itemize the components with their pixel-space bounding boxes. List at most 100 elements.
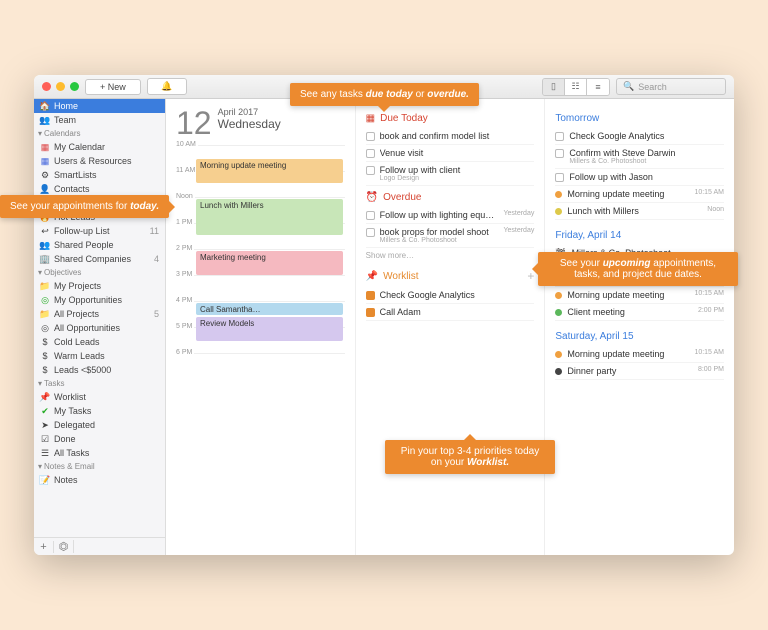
sidebar-my-projects[interactable]: 📁My Projects: [34, 279, 165, 293]
calendar-event[interactable]: Marketing meeting: [196, 251, 343, 275]
checkbox[interactable]: [555, 173, 564, 182]
upcoming-row[interactable]: Dinner party 8:00 PM: [555, 363, 724, 380]
sidebar-all-opps[interactable]: ◎All Opportunities: [34, 321, 165, 335]
sidebar-my-opps[interactable]: ◎My Opportunities: [34, 293, 165, 307]
group-tasks[interactable]: ▾ Tasks: [34, 377, 165, 390]
row-title: Morning update meeting: [567, 290, 689, 300]
upcoming-row[interactable]: Follow up with Jason: [555, 169, 724, 186]
row-title: Lunch with Millers: [567, 206, 702, 216]
add-button[interactable]: +: [34, 541, 54, 553]
upcoming-row[interactable]: Morning update meeting10:15 AM: [555, 287, 724, 304]
task-row[interactable]: book and confirm model list: [366, 128, 535, 145]
timeline[interactable]: 10 AM11 AMNoon1 PM2 PM3 PM4 PM5 PM6 PMMo…: [176, 145, 345, 379]
event-dot: [555, 368, 562, 375]
calendar-event[interactable]: Review Models: [196, 317, 343, 341]
checkbox[interactable]: [366, 211, 375, 220]
checkbox[interactable]: [366, 308, 375, 317]
hour-label: 6 PM: [174, 349, 194, 356]
calendar-event[interactable]: Lunch with Millers: [196, 199, 343, 235]
sidebar-cold-leads[interactable]: $Cold Leads: [34, 335, 165, 349]
leads-icon: $: [40, 337, 50, 347]
sidebar-smartlists[interactable]: ⚙SmartLists: [34, 168, 165, 182]
task-row[interactable]: Follow up with lighting equ…Yesterday: [366, 207, 535, 224]
people-icon: 👥: [40, 240, 50, 250]
minimize-icon[interactable]: [56, 82, 65, 91]
upcoming-row[interactable]: Confirm with Steve DarwinMillers & Co. P…: [555, 145, 724, 169]
sidebar-shared-people[interactable]: 👥Shared People: [34, 238, 165, 252]
view-switcher[interactable]: ▯ ☷ ≡: [542, 78, 610, 96]
sidebar-done[interactable]: ☑Done: [34, 432, 165, 446]
sidebar-home[interactable]: 🏠Home: [34, 99, 165, 113]
sidebar-contacts[interactable]: 👤Contacts: [34, 182, 165, 196]
notifications-button[interactable]: 🔔: [147, 78, 187, 95]
sidebar-team[interactable]: 👥Team: [34, 113, 165, 127]
sidebar-worklist[interactable]: 📌Worklist: [34, 390, 165, 404]
task-row[interactable]: Check Google Analytics: [366, 287, 535, 304]
upcoming-row[interactable]: Morning update meeting10:15 AM: [555, 186, 724, 203]
task-row[interactable]: Venue visit: [366, 145, 535, 162]
group-objectives[interactable]: ▾ Objectives: [34, 266, 165, 279]
sidebar-users-resources[interactable]: ▦Users & Resources: [34, 154, 165, 168]
target-icon: ◎: [40, 295, 50, 305]
group-calendars[interactable]: ▾ Calendars: [34, 127, 165, 140]
seg-columns-icon[interactable]: ▯: [543, 79, 565, 95]
folder-icon: 📁: [40, 281, 50, 291]
new-button[interactable]: + New: [85, 79, 141, 95]
sidebar-followup[interactable]: ↩Follow-up List11: [34, 224, 165, 238]
checkbox[interactable]: [366, 291, 375, 300]
calendar-event[interactable]: Morning update meeting: [196, 159, 343, 183]
row-title: Client meeting: [567, 307, 693, 317]
checkbox[interactable]: [555, 132, 564, 141]
row-time: 10:15 AM: [694, 189, 724, 196]
task-row[interactable]: Follow up with clientLogo Design: [366, 162, 535, 186]
sidebar-shared-companies[interactable]: 🏢Shared Companies4: [34, 252, 165, 266]
tasks-icon: ☰: [40, 448, 50, 458]
sidebar-notes[interactable]: 📝Notes: [34, 473, 165, 487]
task-row[interactable]: Call Adam: [366, 304, 535, 321]
day-number: 12: [176, 107, 212, 139]
upcoming-row[interactable]: Client meeting2:00 PM: [555, 304, 724, 321]
upcoming-row[interactable]: Check Google Analytics: [555, 128, 724, 145]
task-title: Check Google Analytics: [380, 290, 535, 300]
date-header: 12 April 2017 Wednesday: [176, 107, 345, 139]
row-title: Dinner party: [567, 366, 693, 376]
search-input[interactable]: 🔍Search: [616, 78, 726, 95]
group-notes[interactable]: ▾ Notes & Email: [34, 460, 165, 473]
hour-label: 10 AM: [174, 141, 198, 148]
row-subtitle: Millers & Co. Photoshoot: [569, 158, 724, 165]
row-time: 8:00 PM: [698, 366, 724, 373]
close-icon[interactable]: [42, 82, 51, 91]
sidebar-my-calendar[interactable]: ▦My Calendar: [34, 140, 165, 154]
task-title: Call Adam: [380, 307, 535, 317]
upcoming-row[interactable]: Morning update meeting10:15 AM: [555, 346, 724, 363]
upcoming-row[interactable]: Lunch with MillersNoon: [555, 203, 724, 220]
task-title: Follow up with client: [380, 165, 535, 175]
checkbox[interactable]: [366, 132, 375, 141]
sidebar-warm-leads[interactable]: $Warm Leads: [34, 349, 165, 363]
bell-icon: 🔔: [162, 82, 172, 92]
overdue-header: ⏰Overdue: [366, 192, 535, 203]
settings-button[interactable]: ⏣: [54, 540, 74, 553]
zoom-icon[interactable]: [70, 82, 79, 91]
checkbox[interactable]: [366, 228, 375, 237]
seg-list-icon[interactable]: ≡: [587, 79, 609, 95]
row-time: 10:15 AM: [694, 349, 724, 356]
checkbox[interactable]: [555, 149, 564, 158]
calendar-icon: ▦: [366, 113, 375, 124]
today-column: 12 April 2017 Wednesday 10 AM11 AMNoon1 …: [166, 99, 356, 555]
sidebar-all-projects[interactable]: 📁All Projects5: [34, 307, 165, 321]
sidebar-delegated[interactable]: ➤Delegated: [34, 418, 165, 432]
show-more[interactable]: Show more…: [366, 248, 535, 263]
sidebar-my-tasks[interactable]: ✔My Tasks: [34, 404, 165, 418]
checkbox[interactable]: [366, 149, 375, 158]
sidebar-leads-lt[interactable]: $Leads <$5000: [34, 363, 165, 377]
sidebar-all-tasks[interactable]: ☰All Tasks: [34, 446, 165, 460]
calendar-event[interactable]: Call Samantha…: [196, 303, 343, 315]
checkbox[interactable]: [366, 166, 375, 175]
list-icon: ↩: [40, 226, 50, 236]
traffic-lights[interactable]: [42, 82, 79, 91]
task-row[interactable]: book props for model shootMillers & Co. …: [366, 224, 535, 248]
weekday: Wednesday: [218, 117, 281, 131]
seg-grid-icon[interactable]: ☷: [565, 79, 587, 95]
sidebar-footer: + ⏣: [34, 537, 165, 555]
